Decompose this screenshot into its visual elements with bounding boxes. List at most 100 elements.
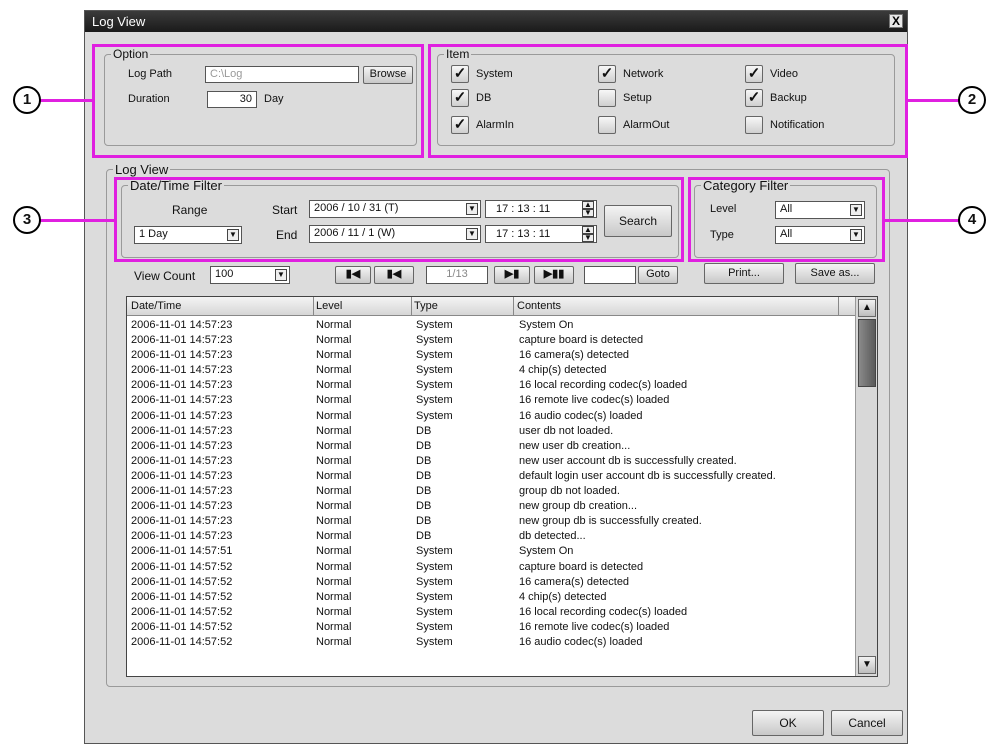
cancel-button[interactable]: Cancel	[831, 710, 903, 736]
cell-contents: 16 audio codec(s) loaded	[519, 409, 643, 422]
prev-icon: ▮◀	[386, 268, 402, 280]
cell-contents: default login user account db is success…	[519, 469, 776, 482]
cell-contents: System On	[519, 545, 574, 558]
table-row[interactable]: 2006-11-01 14:57:23 Normal System System On	[127, 318, 855, 333]
print-button[interactable]: Print...	[704, 263, 784, 284]
cell-datetime: 2006-11-01 14:57:52	[131, 560, 233, 573]
save-as-button[interactable]: Save as...	[795, 263, 875, 284]
cell-level: Normal	[316, 485, 352, 498]
cell-type: System	[416, 334, 453, 347]
cell-level: Normal	[316, 500, 352, 513]
cell-level: Normal	[316, 545, 352, 558]
goto-page-input[interactable]	[584, 266, 636, 284]
cell-datetime: 2006-11-01 14:57:52	[131, 605, 233, 618]
goto-button[interactable]: Goto	[638, 266, 678, 284]
view-count-dropdown[interactable]: 100 ▼	[210, 266, 290, 284]
highlight-box-1	[92, 44, 424, 158]
table-row[interactable]: 2006-11-01 14:57:52 Normal System 16 audio …	[127, 635, 855, 650]
cell-datetime: 2006-11-01 14:57:23	[131, 349, 233, 362]
table-row[interactable]: 2006-11-01 14:57:23 Normal System 16 camera…	[127, 348, 855, 363]
cell-type: DB	[416, 515, 432, 528]
title-bar[interactable]: Log View X	[85, 11, 907, 32]
callout-4: 4	[958, 206, 986, 234]
skip-last-icon: ▶▮▮	[543, 268, 565, 280]
page-indicator: 1/13	[426, 266, 488, 284]
cell-level: Normal	[316, 515, 352, 528]
cell-datetime: 2006-11-01 14:57:51	[131, 545, 233, 558]
cell-level: Normal	[316, 319, 352, 331]
cell-contents: db detected...	[519, 530, 586, 543]
cell-type: System	[416, 560, 453, 573]
next-page-button[interactable]: ▶▮	[494, 266, 530, 284]
cell-datetime: 2006-11-01 14:57:23	[131, 409, 233, 422]
cell-type: System	[416, 620, 453, 633]
cell-datetime: 2006-11-01 14:57:23	[131, 454, 233, 467]
table-row[interactable]: 2006-11-01 14:57:51 Normal System System On	[127, 544, 855, 559]
cell-contents: 16 local recording codec(s) loaded	[519, 605, 688, 618]
log-table[interactable]: Date/Time Level Type Contents 2006-11-01…	[126, 296, 878, 677]
cell-datetime: 2006-11-01 14:57:23	[131, 334, 233, 347]
table-row[interactable]: 2006-11-01 14:57:52 Normal System capture b…	[127, 560, 855, 575]
table-row[interactable]: 2006-11-01 14:57:23 Normal System 16 audio …	[127, 409, 855, 424]
window-title: Log View	[92, 14, 146, 29]
cell-contents: capture board is detected	[519, 560, 644, 573]
vertical-scrollbar[interactable]: ▲ ▼	[855, 297, 877, 676]
cell-type: System	[416, 605, 453, 618]
cell-level: Normal	[316, 605, 352, 618]
table-row[interactable]: 2006-11-01 14:57:23 Normal DB new user db c…	[127, 439, 855, 454]
cell-contents: 16 local recording codec(s) loaded	[519, 379, 688, 392]
cell-datetime: 2006-11-01 14:57:52	[131, 590, 233, 603]
column-header-level[interactable]: Level	[316, 300, 342, 312]
cell-level: Normal	[316, 394, 352, 407]
column-divider	[838, 297, 839, 316]
scroll-thumb[interactable]	[858, 319, 876, 387]
cell-level: Normal	[316, 409, 352, 422]
table-row[interactable]: 2006-11-01 14:57:52 Normal System 16 local …	[127, 605, 855, 620]
cell-datetime: 2006-11-01 14:57:23	[131, 530, 233, 543]
column-header-contents[interactable]: Contents	[517, 300, 561, 312]
cell-contents: 16 remote live codec(s) loaded	[519, 394, 670, 407]
cell-datetime: 2006-11-01 14:57:52	[131, 575, 233, 588]
table-row[interactable]: 2006-11-01 14:57:23 Normal System 16 remote…	[127, 393, 855, 408]
prev-page-button[interactable]: ▮◀	[374, 266, 414, 284]
scroll-up-icon[interactable]: ▲	[858, 299, 876, 317]
table-row[interactable]: 2006-11-01 14:57:23 Normal DB default login…	[127, 469, 855, 484]
table-row[interactable]: 2006-11-01 14:57:52 Normal System 16 camera…	[127, 575, 855, 590]
log-view-group-title: Log View	[113, 162, 171, 177]
table-row[interactable]: 2006-11-01 14:57:23 Normal DB new group db …	[127, 499, 855, 514]
column-header-type[interactable]: Type	[414, 300, 438, 312]
callout-line-1	[40, 99, 94, 102]
table-row[interactable]: 2006-11-01 14:57:52 Normal System 16 remote…	[127, 620, 855, 635]
table-row[interactable]: 2006-11-01 14:57:23 Normal DB new user acco…	[127, 454, 855, 469]
table-row[interactable]: 2006-11-01 14:57:52 Normal System 4 chip(s)…	[127, 590, 855, 605]
close-button[interactable]: X	[889, 14, 903, 28]
table-row[interactable]: 2006-11-01 14:57:23 Normal DB db detected..…	[127, 529, 855, 544]
cell-contents: user db not loaded.	[519, 424, 614, 437]
cell-datetime: 2006-11-01 14:57:23	[131, 485, 233, 498]
table-row[interactable]: 2006-11-01 14:57:23 Normal DB group db not …	[127, 484, 855, 499]
cell-datetime: 2006-11-01 14:57:23	[131, 439, 233, 452]
table-row[interactable]: 2006-11-01 14:57:23 Normal System 4 chip(s)…	[127, 363, 855, 378]
ok-button[interactable]: OK	[752, 710, 824, 736]
view-count-value: 100	[215, 268, 234, 280]
cell-datetime: 2006-11-01 14:57:52	[131, 620, 233, 633]
first-page-button[interactable]: ▮◀	[335, 266, 371, 284]
cell-level: Normal	[316, 454, 352, 467]
cell-level: Normal	[316, 334, 352, 347]
table-row[interactable]: 2006-11-01 14:57:23 Normal DB user db not l…	[127, 424, 855, 439]
last-page-button[interactable]: ▶▮▮	[534, 266, 574, 284]
callout-line-4	[883, 219, 960, 222]
table-row[interactable]: 2006-11-01 14:57:23 Normal DB new group db …	[127, 514, 855, 529]
cell-datetime: 2006-11-01 14:57:23	[131, 319, 233, 331]
cell-level: Normal	[316, 424, 352, 437]
scroll-down-icon[interactable]: ▼	[858, 656, 876, 674]
column-header-datetime[interactable]: Date/Time	[131, 300, 181, 312]
view-count-label: View Count	[134, 269, 196, 283]
table-row[interactable]: 2006-11-01 14:57:23 Normal System 16 local …	[127, 378, 855, 393]
cell-type: System	[416, 349, 453, 362]
cell-datetime: 2006-11-01 14:57:23	[131, 394, 233, 407]
cell-type: System	[416, 394, 453, 407]
cell-contents: System On	[519, 319, 574, 331]
table-row[interactable]: 2006-11-01 14:57:23 Normal System capture b…	[127, 333, 855, 348]
triangle-down-icon: ▼	[275, 269, 287, 281]
